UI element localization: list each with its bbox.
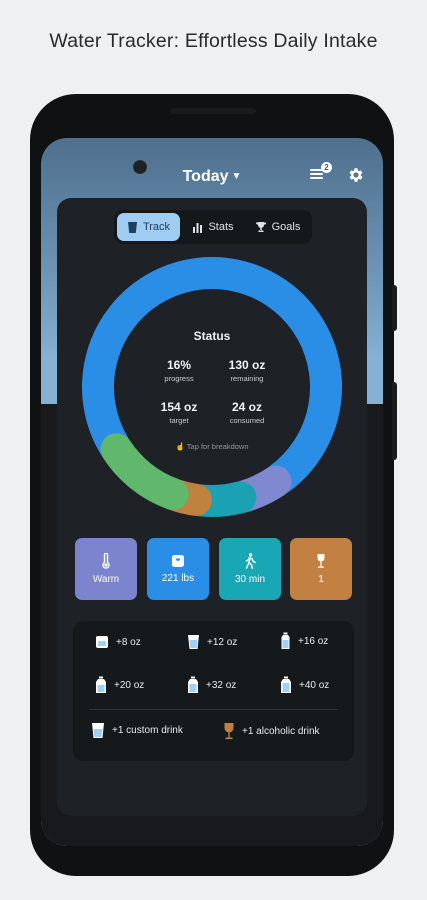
app-screen: Today ▼ 2 Track Stats Goals Status 16% p… [41,138,383,846]
add-8oz-button[interactable]: +8 oz [95,635,141,649]
glass-icon [188,635,199,649]
bottle-icon [188,676,198,693]
weather-condition-label: Warm [92,574,120,585]
trophy-icon [255,222,266,232]
quick-add-panel: +8 oz +12 oz +16 oz +20 oz +32 oz +40 oz… [73,621,354,761]
bottle-icon [281,632,290,649]
add-16oz-button[interactable]: +16 oz [280,632,328,650]
add-20oz-button[interactable]: +20 oz [95,676,144,694]
status-title: Status [193,329,231,343]
tab-stats-label: Stats [208,221,234,233]
tab-track-label: Track [142,221,171,233]
view-tabs: Track Stats Goals [114,210,312,244]
walking-icon [245,553,256,569]
add-40oz-button[interactable]: +40 oz [280,676,329,694]
add-32oz-button[interactable]: +32 oz [187,676,236,694]
phone-side-button [392,285,397,331]
activity-condition-button[interactable]: 30 min [219,538,281,600]
panel-divider [89,709,338,710]
remaining-label: remaining [230,374,264,383]
tap-hand-icon: ☝ [175,442,185,451]
weather-condition-button[interactable]: Warm [75,538,137,600]
add-custom-drink-button[interactable]: +1 custom drink [91,722,183,739]
breakdown-hint[interactable]: ☝ Tap for breakdown [57,442,367,451]
add-12oz-button[interactable]: +12 oz [187,634,237,650]
add-32oz-label: +32 oz [206,679,237,691]
notification-badge: 2 [321,162,332,173]
bottle-icon [96,676,106,693]
phone-speaker [170,108,256,114]
add-alcoholic-drink-label: +1 alcoholic drink [242,725,320,737]
alcohol-condition-label: 1 [318,574,324,585]
add-alcoholic-drink-button[interactable]: +1 alcoholic drink [223,722,320,740]
consumed-label: consumed [229,416,265,425]
gear-icon [349,168,363,182]
thermometer-icon [102,553,110,569]
tab-track[interactable]: Track [117,213,180,241]
consumed-stat: 24 oz consumed [207,400,287,425]
glass-icon [127,221,137,233]
add-40oz-label: +40 oz [299,679,330,691]
phone-frame: Today ▼ 2 Track Stats Goals Status 16% p… [30,94,394,876]
add-12oz-label: +12 oz [207,636,238,648]
add-16oz-label: +16 oz [298,635,329,647]
weight-condition-label: 221 lbs [161,573,195,584]
alcohol-condition-button[interactable]: 1 [290,538,352,600]
bottle-icon [281,676,291,693]
intake-ring-chart[interactable] [81,256,343,518]
remaining-value: 130 oz [228,358,266,372]
scale-icon [172,555,184,567]
date-selector-label: Today [182,168,229,185]
consumed-value: 24 oz [231,400,262,414]
chevron-down-icon: ▼ [231,171,242,182]
add-20oz-label: +20 oz [114,679,145,691]
activity-condition-label: 30 min [234,574,265,585]
ring-segment-other [100,433,189,511]
add-8oz-label: +8 oz [116,636,141,648]
screenshot-caption: Water Tracker: Effortless Daily Intake [49,30,378,52]
small-cup-icon [96,636,108,648]
breakdown-hint-text: Tap for breakdown [186,442,249,451]
tab-goals[interactable]: Goals [246,213,309,241]
settings-button[interactable] [347,166,365,189]
remaining-stat: 130 oz remaining [207,358,287,383]
date-selector[interactable]: Today ▼ [41,168,383,186]
custom-drink-icon [92,723,104,738]
wine-glass-icon [224,723,234,740]
tracker-card: Track Stats Goals Status 16% progress 13… [57,198,367,816]
tab-goals-label: Goals [271,221,301,233]
wine-glass-icon [317,554,325,568]
history-list-button[interactable]: 2 [309,162,332,187]
phone-volume-button [392,382,397,460]
bar-chart-icon [193,222,203,233]
tab-stats[interactable]: Stats [182,213,244,241]
weight-condition-button[interactable]: 221 lbs [147,538,209,600]
add-custom-drink-label: +1 custom drink [112,725,183,736]
